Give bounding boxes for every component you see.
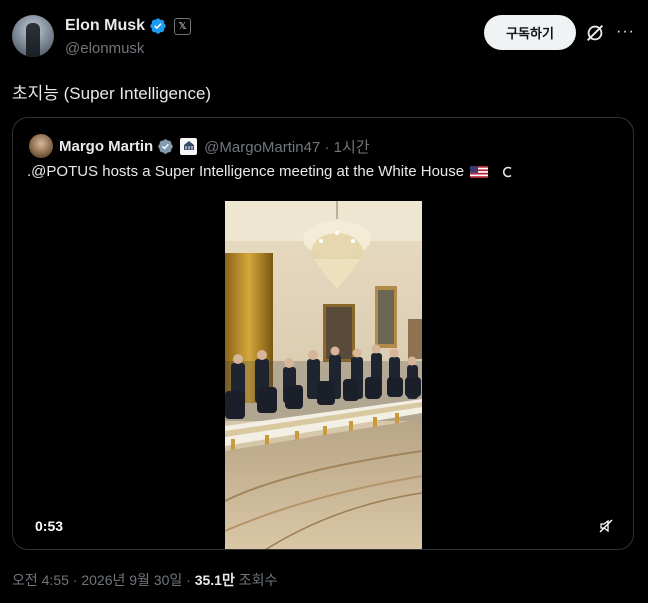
tweet-timestamp[interactable]: 오전 4:55 · 2026년 9월 30일 · <box>12 572 195 588</box>
author-name-row: Elon Musk 𝕏 <box>65 17 192 35</box>
author-avatar[interactable] <box>12 15 54 57</box>
quoted-author-avatar[interactable] <box>29 134 53 158</box>
muted-speaker-icon[interactable] <box>598 518 614 534</box>
quoted-text-row: .@POTUS hosts a Super Intelligence meeti… <box>27 163 514 180</box>
quoted-author-row: Margo Martin @MargoMartin47 · 1시간 <box>59 134 370 158</box>
author-handle[interactable]: @elonmusk <box>65 40 144 57</box>
tweet-meta: 오전 4:55 · 2026년 9월 30일 · 35.1만 조회수 <box>12 570 277 590</box>
subscribe-button[interactable]: 구독하기 <box>484 15 576 50</box>
quoted-tweet-card[interactable]: Margo Martin @MargoMartin47 · 1시간 .@POTU… <box>12 117 634 550</box>
quoted-tweet-text: .@POTUS hosts a Super Intelligence meeti… <box>27 163 465 180</box>
us-flag-icon <box>470 165 489 178</box>
video-duration: 0:53 <box>35 518 64 534</box>
quoted-author-name[interactable]: Margo Martin <box>59 138 153 155</box>
affiliation-x-icon[interactable]: 𝕏 <box>174 17 192 35</box>
grok-icon[interactable] <box>584 22 606 44</box>
author-name[interactable]: Elon Musk <box>65 17 145 35</box>
verified-badge-icon <box>158 138 173 154</box>
views-count: 35.1만 <box>194 572 235 588</box>
quoted-handle-time[interactable]: @MargoMartin47 · 1시간 <box>204 136 369 157</box>
loading-spinner-icon <box>502 166 512 177</box>
views-label: 조회수 <box>234 572 278 588</box>
video-thumbnail[interactable] <box>225 201 422 550</box>
verified-badge-icon[interactable] <box>149 17 167 35</box>
white-house-seal-icon <box>180 137 198 155</box>
tweet-text: 초지능 (Super Intelligence) <box>12 84 212 103</box>
more-icon[interactable]: ··· <box>616 22 636 42</box>
